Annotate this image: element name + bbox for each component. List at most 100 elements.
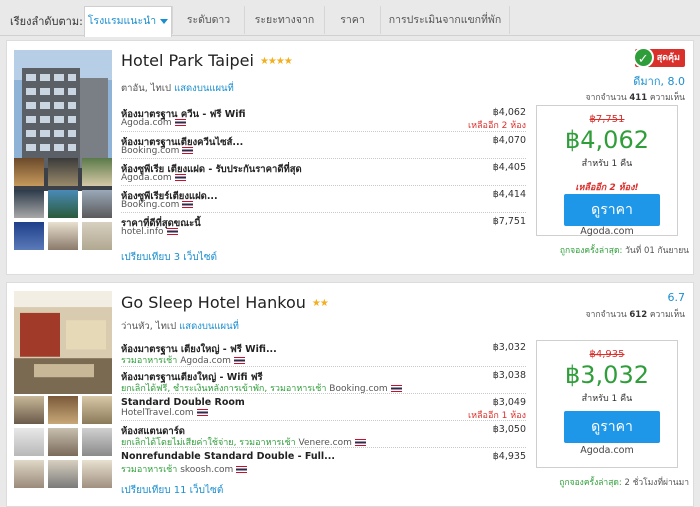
price-box: ฿4,935 ฿3,032 สำหรับ 1 คืน ดูราคา Agoda.… [536,340,678,468]
room-site: hotel.info [121,227,178,237]
thai-flag-icon [182,147,194,154]
thai-flag-icon [182,201,194,208]
hotel-thumbnail[interactable] [48,190,78,218]
room-price: ฿3,050 [492,424,526,435]
last-booked-label: ถูกจองครั้งล่าสุด: [559,246,623,256]
review-count: จากจำนวน 612 ความเห็น [586,307,685,321]
room-offer[interactable]: ราคาที่ดีที่สุดขณะนี้ hotel.info ฿7,751 [121,212,526,239]
hotel-thumbnail[interactable] [82,190,112,218]
view-deal-button[interactable]: ดูราคา [564,194,660,226]
price-box: ฿7,751 ฿4,062 สำหรับ 1 คืน เหลืออีก 2 ห้… [536,105,678,237]
reviews-count: 411 [629,93,648,103]
original-price: ฿7,751 [589,114,625,125]
hotel-card: Go Sleep Hotel Hankou ★★ ว่านหัว, ไทเป แส… [6,282,694,507]
guest-rating[interactable]: 6.7 จากจำนวน 612 ความเห็น [586,291,685,321]
room-list: ห้องมาตรฐาน ควีน - ฟรี Wifi Agoda.com ฿4… [121,104,526,239]
thai-flag-icon [354,439,366,446]
site-name: Agoda.com [121,173,172,183]
hotel-thumbnail[interactable] [14,396,44,424]
hotel-main-photo[interactable] [14,291,112,394]
tab-guest-rating[interactable]: การประเมินจากแขกที่พัก [380,6,510,34]
reviews-suffix: ความเห็น [649,93,685,103]
show-on-map-link[interactable]: แสดงบนแผนที่ [174,83,234,94]
reviews-count: 612 [629,310,648,320]
room-list: ห้องมาตรฐาน เตียงใหญ่ - ฟรี Wifi... รวมอ… [121,339,526,476]
reviews-prefix: จากจำนวน [585,93,627,103]
sort-bar: เรียงลำดับตาม: โรงแรมแนะนำ ระดับดาว ระยะ… [0,0,700,37]
room-perks: รวมอาหารเช้า [121,356,178,366]
room-offer[interactable]: ห้องมาตรฐานเตียงควีนไซส์... Booking.com … [121,131,526,158]
deal-badge: ✓ สุดคุ้ม [632,47,685,68]
thai-flag-icon [390,385,402,392]
chevron-down-icon [160,18,169,24]
deal-price: ฿3,032 [565,361,649,389]
hotel-name[interactable]: Go Sleep Hotel Hankou ★★ [121,293,329,312]
room-site: Booking.com [121,146,194,156]
review-count: จากจำนวน 411 ความเห็น [586,90,685,104]
hotel-thumbnail[interactable] [48,158,78,186]
hotel-thumbnail[interactable] [14,158,44,186]
hotel-name-text[interactable]: Go Sleep Hotel Hankou [121,293,306,312]
show-on-map-link[interactable]: แสดงบนแผนที่ [179,321,239,332]
hotel-card: Hotel Park Taipei ★★★★ ตาอัน, ไทเป แสดงบน… [6,40,694,275]
hotel-thumbnail[interactable] [48,222,78,250]
hotel-thumbnail[interactable] [48,460,78,488]
room-offer[interactable]: ห้องสแตนดาร์ด ยกเลิกได้โดยไม่เสียค่าใช้จ… [121,420,526,448]
thai-flag-icon [174,119,186,126]
star-rating-icon: ★★ [311,298,329,309]
hotel-thumbnail[interactable] [14,428,44,456]
reviews-prefix: จากจำนวน [585,310,627,320]
room-site: HotelTravel.com [121,408,208,418]
deal-site-name: Agoda.com [580,226,634,237]
hotel-name[interactable]: Hotel Park Taipei ★★★★ [121,51,293,70]
last-booked-time: วันที่ 01 กันยายน [625,246,689,256]
site-name: Agoda.com [121,118,172,128]
compare-sites-link[interactable]: เปรียบเทียบ 3 เว็บไซต์ [121,250,217,265]
room-offer[interactable]: ห้องมาตรฐาน เตียงใหญ่ - ฟรี Wifi... รวมอ… [121,339,526,366]
per-night-label: สำหรับ 1 คืน [581,394,633,404]
room-name[interactable]: Standard Double Room [121,397,245,408]
hotel-name-text[interactable]: Hotel Park Taipei [121,51,254,70]
room-offer[interactable]: Nonrefundable Standard Double - Full... … [121,447,526,476]
room-site: Agoda.com [121,118,186,128]
hotel-thumbnail[interactable] [82,396,112,424]
hotel-thumbnail[interactable] [82,222,112,250]
score-text: 6.7 [667,291,686,304]
thai-flag-icon [236,466,248,473]
location-text: ว่านหัว, ไทเป [121,321,177,332]
tab-distance[interactable]: ระยะทางจาก [244,6,324,34]
location-text: ตาอัน, ไทเป [121,83,172,94]
thai-flag-icon [174,174,186,181]
room-offer[interactable]: ห้องซูพีเรีย เตียงแฝด - รับประกันราคาดีท… [121,158,526,185]
tab-price[interactable]: ราคา [324,6,380,34]
compare-sites-link[interactable]: เปรียบเทียบ 11 เว็บไซต์ [121,483,223,498]
sort-label: เรียงลำดับตาม: [10,15,83,28]
view-deal-button[interactable]: ดูราคา [564,411,660,443]
room-offer[interactable]: ห้องมาตรฐาน ควีน - ฟรี Wifi Agoda.com ฿4… [121,104,526,131]
room-price: ฿7,751 [492,216,526,227]
room-site: Agoda.com [121,173,186,183]
hotel-thumbnail[interactable] [82,158,112,186]
hotel-thumbnail[interactable] [14,222,44,250]
room-name[interactable]: Nonrefundable Standard Double - Full... [121,451,335,462]
room-site: รวมอาหารเช้า skoosh.com [121,462,248,476]
star-rating-icon: ★★★★ [259,56,293,67]
tab-recommended[interactable]: โรงแรมแนะนำ [84,6,172,37]
score-text: ดีมาก, 8.0 [633,75,685,88]
hotel-thumbnail[interactable] [82,460,112,488]
reviews-suffix: ความเห็น [649,310,685,320]
guest-rating[interactable]: ดีมาก, 8.0 จากจำนวน 411 ความเห็น [586,72,685,104]
hotel-thumbnail[interactable] [48,396,78,424]
site-name: HotelTravel.com [121,408,194,418]
thai-flag-icon [196,409,208,416]
tab-star-rating[interactable]: ระดับดาว [172,6,244,34]
room-offer[interactable]: Standard Double Room HotelTravel.com ฿3,… [121,393,526,421]
hotel-thumbnail[interactable] [48,428,78,456]
hotel-thumbnail[interactable] [14,460,44,488]
room-offer[interactable]: ห้องมาตรฐานเตียงใหญ่ - Wifi ฟรี ยกเลิกได… [121,366,526,394]
room-offer[interactable]: ห้องซูพีเรียร์เตียงแฝด... Booking.com ฿4… [121,185,526,212]
last-booked: ถูกจองครั้งล่าสุด: วันที่ 01 กันยายน [529,243,689,257]
hotel-thumbnail[interactable] [82,428,112,456]
tab-recommended-label: โรงแรมแนะนำ [87,15,157,27]
hotel-thumbnail[interactable] [14,190,44,218]
